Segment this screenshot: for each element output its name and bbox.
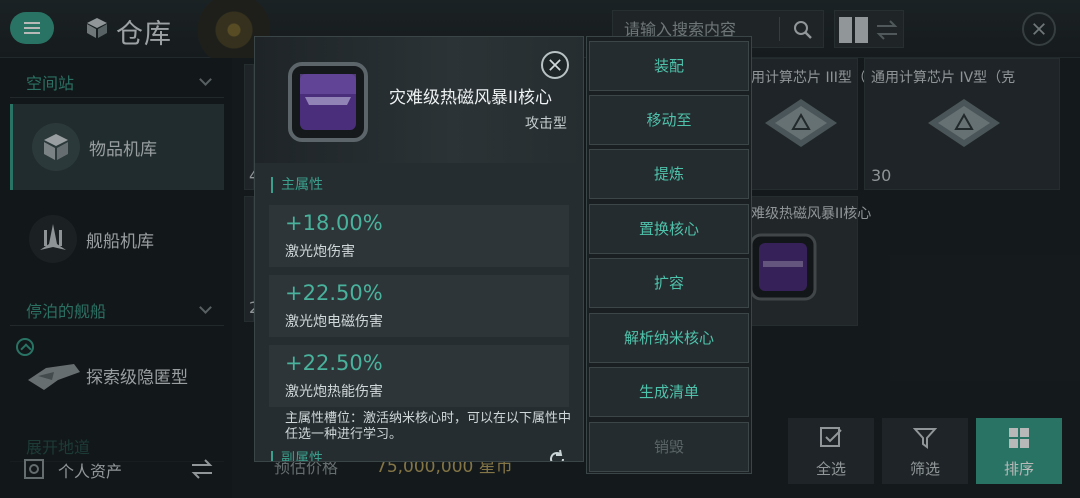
item-name: 灾难级热磁风暴II核心 [389,88,553,108]
attribute-value: +18.00% [285,211,383,235]
attribute-desc: 激光炮电磁伤害 [285,314,383,330]
item-type: 攻击型 [525,116,567,132]
attribute-row: +18.00% 激光炮伤害 [269,205,569,267]
attribute-row: +22.50% 激光炮电磁伤害 [269,275,569,337]
expand-button[interactable]: 扩容 [589,258,749,308]
attribute-value: +22.50% [285,351,383,375]
action-menu: 装配 移动至 提炼 置换核心 扩容 解析纳米核心 生成清单 销毁 [586,36,752,474]
refine-button[interactable]: 提炼 [589,149,749,199]
nano-core-icon [288,62,368,142]
equip-button[interactable]: 装配 [589,41,749,91]
refresh-icon[interactable] [547,449,567,462]
attribute-desc: 激光炮伤害 [285,244,355,260]
analyze-nano-core-button[interactable]: 解析纳米核心 [589,313,749,363]
move-to-button[interactable]: 移动至 [589,95,749,145]
attribute-value: +22.50% [285,281,383,305]
slot-note: 主属性槽位：激活纳米核心时，可以在以下属性中任选一种进行学习。 [285,411,572,442]
generate-list-button[interactable]: 生成清单 [589,367,749,417]
swap-core-button[interactable]: 置换核心 [589,204,749,254]
attribute-row: +22.50% 激光炮热能伤害 [269,345,569,407]
main-attributes-header: 主属性 [271,177,323,193]
sub-attributes-header: 副属性 [271,451,323,461]
close-icon[interactable] [541,51,569,79]
destroy-button[interactable]: 销毁 [589,422,749,472]
item-detail-panel: 灾难级热磁风暴II核心 攻击型 主属性 +18.00% 激光炮伤害 +22.50… [254,36,584,462]
attribute-desc: 激光炮热能伤害 [285,384,383,400]
